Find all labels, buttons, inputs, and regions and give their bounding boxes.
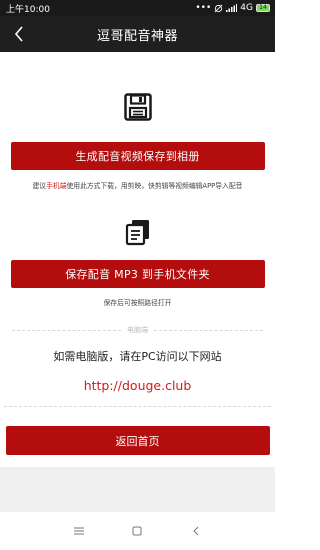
video-hint-prefix: 建议 <box>32 182 47 190</box>
divider-line-right <box>154 329 263 331</box>
video-hint-suffix: 使用此方式下载，用剪映，快剪辑等视频编辑APP导入配音 <box>66 182 243 190</box>
mute-icon <box>214 4 223 12</box>
main-content: 生成配音视频保存到相册 建议手机端使用此方式下载，用剪映，快剪辑等视频编辑APP… <box>0 52 275 455</box>
system-nav-bar <box>0 512 275 550</box>
save-mp3-button[interactable]: 保存配音 MP3 到手机文件夹 <box>10 260 265 288</box>
page-title: 逗哥配音神器 <box>96 28 178 44</box>
nav-bar: 逗哥配音神器 <box>0 16 275 52</box>
network-label: 4G <box>240 3 253 13</box>
video-hint: 建议手机端使用此方式下载，用剪映，快剪辑等视频编辑APP导入配音 <box>0 180 275 190</box>
signal-icon <box>226 4 238 12</box>
save-icon-wrap <box>0 93 275 125</box>
pc-link[interactable]: http://douge.club <box>0 378 275 393</box>
pc-instruction: 如需电脑版，请在PC访问以下网站 <box>53 350 222 363</box>
save-video-button[interactable]: 生成配音视频保存到相册 <box>10 142 265 170</box>
divider-line-left <box>12 329 121 331</box>
menu-lines-icon[interactable] <box>67 519 91 543</box>
triangle-back-icon[interactable] <box>184 519 208 543</box>
file-stack-icon <box>125 220 149 246</box>
mp3-hint: 保存后可按照路径打开 <box>103 299 172 307</box>
footer-band <box>0 467 275 512</box>
status-bar: 上午10:00 ••• 4G 14 <box>0 0 275 16</box>
divider-label: 电脑端 <box>127 326 148 334</box>
battery-icon: 14 <box>256 4 270 12</box>
status-time: 上午10:00 <box>6 4 50 15</box>
chevron-left-icon <box>14 26 23 42</box>
square-home-icon[interactable] <box>125 519 149 543</box>
status-indicators: ••• 4G 14 <box>195 3 270 13</box>
dots-icon: ••• <box>195 3 212 13</box>
return-home-button[interactable]: 返回首页 <box>5 426 270 455</box>
floppy-disk-icon <box>123 93 152 121</box>
video-hint-accent: 手机端 <box>46 182 67 190</box>
back-button[interactable] <box>6 16 32 52</box>
pc-divider: 电脑端 <box>12 325 263 335</box>
file-icon-wrap <box>0 218 275 246</box>
